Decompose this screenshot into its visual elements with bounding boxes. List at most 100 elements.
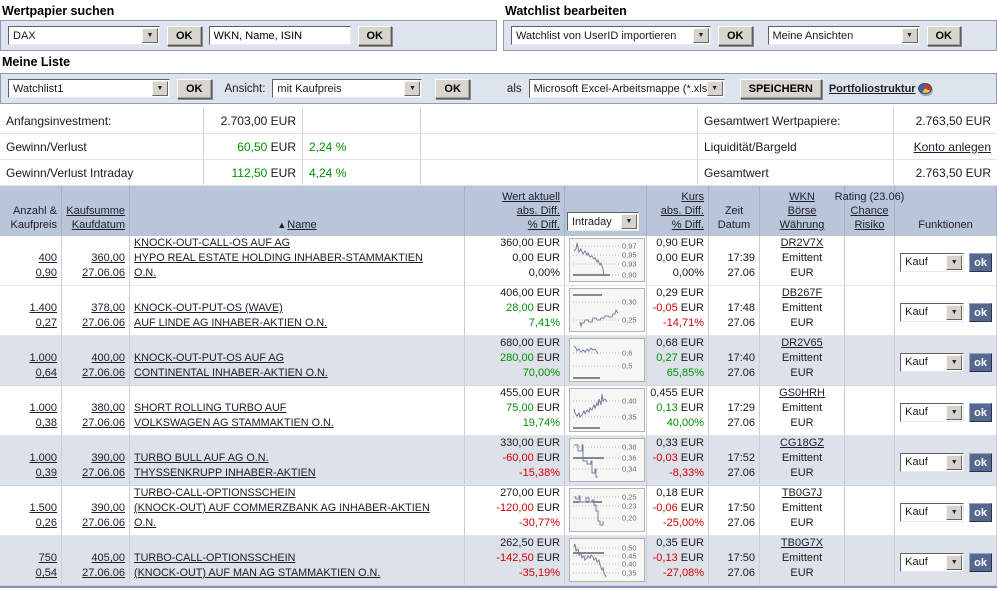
action-ok-button[interactable]: ok xyxy=(969,253,992,272)
sort-kaufsumme-link[interactable]: Kaufsumme xyxy=(66,204,125,218)
security-name-link[interactable]: O.N. xyxy=(134,516,460,531)
quantity-link[interactable]: 400 xyxy=(39,251,57,266)
wkn-link[interactable]: DB267F xyxy=(782,286,822,301)
buy-sum-link[interactable]: 390,00 xyxy=(91,501,125,516)
views-select[interactable]: Meine Ansichten ▼ xyxy=(768,26,920,45)
buy-price-link[interactable]: 0,39 xyxy=(36,466,57,481)
intraday-sparkline[interactable]: 0,380,360,34 xyxy=(569,438,645,482)
buy-date-link[interactable]: 27.06.06 xyxy=(82,566,125,581)
wkn-link[interactable]: DR2V7X xyxy=(781,236,824,251)
buy-sum-link[interactable]: 390,00 xyxy=(91,451,125,466)
buy-sum-link[interactable]: 405,00 xyxy=(91,551,125,566)
chevron-down-icon[interactable]: ▼ xyxy=(707,81,723,96)
chart-period-select[interactable]: Intraday ▼ xyxy=(567,212,639,231)
chevron-down-icon[interactable]: ▼ xyxy=(621,214,637,229)
buy-price-link[interactable]: 0,90 xyxy=(36,266,57,281)
watchlist-select[interactable]: Watchlist1 ▼ xyxy=(8,79,170,98)
action-select[interactable]: Kauf ▼ xyxy=(900,453,964,472)
chevron-down-icon[interactable]: ▼ xyxy=(946,255,962,270)
buy-date-link[interactable]: 27.06.06 xyxy=(82,266,125,281)
action-select[interactable]: Kauf ▼ xyxy=(900,553,964,572)
chevron-down-icon[interactable]: ▼ xyxy=(693,28,709,43)
action-ok-button[interactable]: ok xyxy=(969,303,992,322)
security-name-link[interactable]: KNOCK-OUT-PUT-OS AUF AG xyxy=(134,351,460,366)
speichern-button[interactable]: SPEICHERN xyxy=(740,79,822,99)
action-select[interactable]: Kauf ▼ xyxy=(900,353,964,372)
action-ok-button[interactable]: ok xyxy=(969,453,992,472)
buy-price-link[interactable]: 0,64 xyxy=(36,366,57,381)
buy-date-link[interactable]: 27.06.06 xyxy=(82,516,125,531)
chevron-down-icon[interactable]: ▼ xyxy=(902,28,918,43)
sort-kaufdatum-link[interactable]: Kaufdatum xyxy=(72,218,125,232)
security-name-link[interactable]: TURBO-CALL-OPTIONSSCHEIN xyxy=(134,551,460,566)
chevron-down-icon[interactable]: ▼ xyxy=(152,81,168,96)
intraday-sparkline[interactable]: 0,400,35 xyxy=(569,388,645,432)
action-ok-button[interactable]: ok xyxy=(969,403,992,422)
quantity-link[interactable]: 1.000 xyxy=(29,351,57,366)
chevron-down-icon[interactable]: ▼ xyxy=(946,355,962,370)
index-ok-button[interactable]: OK xyxy=(167,26,202,46)
security-name-link[interactable]: O.N. xyxy=(134,266,460,281)
quantity-link[interactable]: 750 xyxy=(39,551,57,566)
import-select[interactable]: Watchlist von UserID importieren ▼ xyxy=(511,26,711,45)
sort-waehrung-link[interactable]: Währung xyxy=(780,218,825,232)
intraday-sparkline[interactable]: 0,60,5 xyxy=(569,338,645,382)
views-ok-button[interactable]: OK xyxy=(927,26,962,46)
security-name-link[interactable]: HYPO REAL ESTATE HOLDING INHABER-STAMMAK… xyxy=(134,251,460,266)
search-ok-button[interactable]: OK xyxy=(358,26,393,46)
action-ok-button[interactable]: ok xyxy=(969,353,992,372)
security-name-link[interactable]: (KNOCK-OUT) AUF COMMERZBANK AG INHABER-A… xyxy=(134,501,460,516)
security-name-link[interactable]: TURBO BULL AUF AG O.N. xyxy=(134,451,460,466)
action-select[interactable]: Kauf ▼ xyxy=(900,303,964,322)
sort-wert-abs-link[interactable]: abs. Diff. xyxy=(517,204,560,218)
sort-wert-pct-link[interactable]: % Diff. xyxy=(528,218,560,232)
konto-anlegen-link[interactable]: Konto anlegen xyxy=(914,140,991,154)
security-name-link[interactable]: AUF LINDE AG INHABER-AKTIEN O.N. xyxy=(134,316,460,331)
sort-kurs-abs-link[interactable]: abs. Diff. xyxy=(661,204,704,218)
security-search-input[interactable] xyxy=(209,26,351,45)
action-ok-button[interactable]: ok xyxy=(969,553,992,572)
security-name-link[interactable]: (KNOCK-OUT) AUF MAN AG STAMMAKTIEN O.N. xyxy=(134,566,460,581)
portfoliostruktur-link[interactable]: Portfoliostruktur xyxy=(829,83,932,95)
buy-price-link[interactable]: 0,27 xyxy=(36,316,57,331)
sort-kurs-pct-link[interactable]: % Diff. xyxy=(672,218,704,232)
index-select[interactable]: DAX ▼ xyxy=(8,26,160,45)
intraday-sparkline[interactable]: 0,250,230,20 xyxy=(569,488,645,532)
buy-sum-link[interactable]: 400,00 xyxy=(91,351,125,366)
buy-date-link[interactable]: 27.06.06 xyxy=(82,466,125,481)
sort-chance-link[interactable]: Chance xyxy=(851,204,889,218)
intraday-sparkline[interactable]: 0,300,25 xyxy=(569,288,645,332)
ansicht-select[interactable]: mit Kaufpreis ▼ xyxy=(272,79,422,98)
buy-price-link[interactable]: 0,26 xyxy=(36,516,57,531)
action-select[interactable]: Kauf ▼ xyxy=(900,403,964,422)
watchlist-ok-button[interactable]: OK xyxy=(177,79,212,99)
intraday-sparkline[interactable]: 0,500,450,400,35 xyxy=(569,538,645,582)
ansicht-ok-button[interactable]: OK xyxy=(435,79,470,99)
export-format-select[interactable]: Microsoft Excel-Arbeitsmappe (*.xls) ▼ xyxy=(529,79,725,98)
chevron-down-icon[interactable]: ▼ xyxy=(142,28,158,43)
buy-date-link[interactable]: 27.06.06 xyxy=(82,316,125,331)
quantity-link[interactable]: 1.500 xyxy=(29,501,57,516)
wkn-link[interactable]: GS0HRH xyxy=(779,386,825,401)
buy-sum-link[interactable]: 360,00 xyxy=(91,251,125,266)
quantity-link[interactable]: 1.000 xyxy=(29,401,57,416)
chevron-down-icon[interactable]: ▼ xyxy=(946,505,962,520)
buy-sum-link[interactable]: 378,00 xyxy=(91,301,125,316)
buy-date-link[interactable]: 27.06.06 xyxy=(82,366,125,381)
chevron-down-icon[interactable]: ▼ xyxy=(946,555,962,570)
buy-price-link[interactable]: 0,54 xyxy=(36,566,57,581)
security-name-link[interactable]: KNOCK-OUT-CALL-OS AUF AG xyxy=(134,236,460,251)
security-name-link[interactable]: SHORT ROLLING TURBO AUF xyxy=(134,401,460,416)
chevron-down-icon[interactable]: ▼ xyxy=(946,455,962,470)
wkn-link[interactable]: DR2V65 xyxy=(781,336,823,351)
chevron-down-icon[interactable]: ▼ xyxy=(946,405,962,420)
wkn-link[interactable]: TB0G7X xyxy=(781,536,823,551)
security-name-link[interactable]: CONTINENTAL INHABER-AKTIEN O.N. xyxy=(134,366,460,381)
quantity-link[interactable]: 1.000 xyxy=(29,451,57,466)
chevron-down-icon[interactable]: ▼ xyxy=(404,81,420,96)
sort-wert-link[interactable]: Wert aktuell xyxy=(502,190,560,204)
sort-name-link[interactable]: Name xyxy=(287,219,316,231)
sort-kurs-link[interactable]: Kurs xyxy=(681,190,704,204)
buy-date-link[interactable]: 27.06.06 xyxy=(82,416,125,431)
chevron-down-icon[interactable]: ▼ xyxy=(946,305,962,320)
